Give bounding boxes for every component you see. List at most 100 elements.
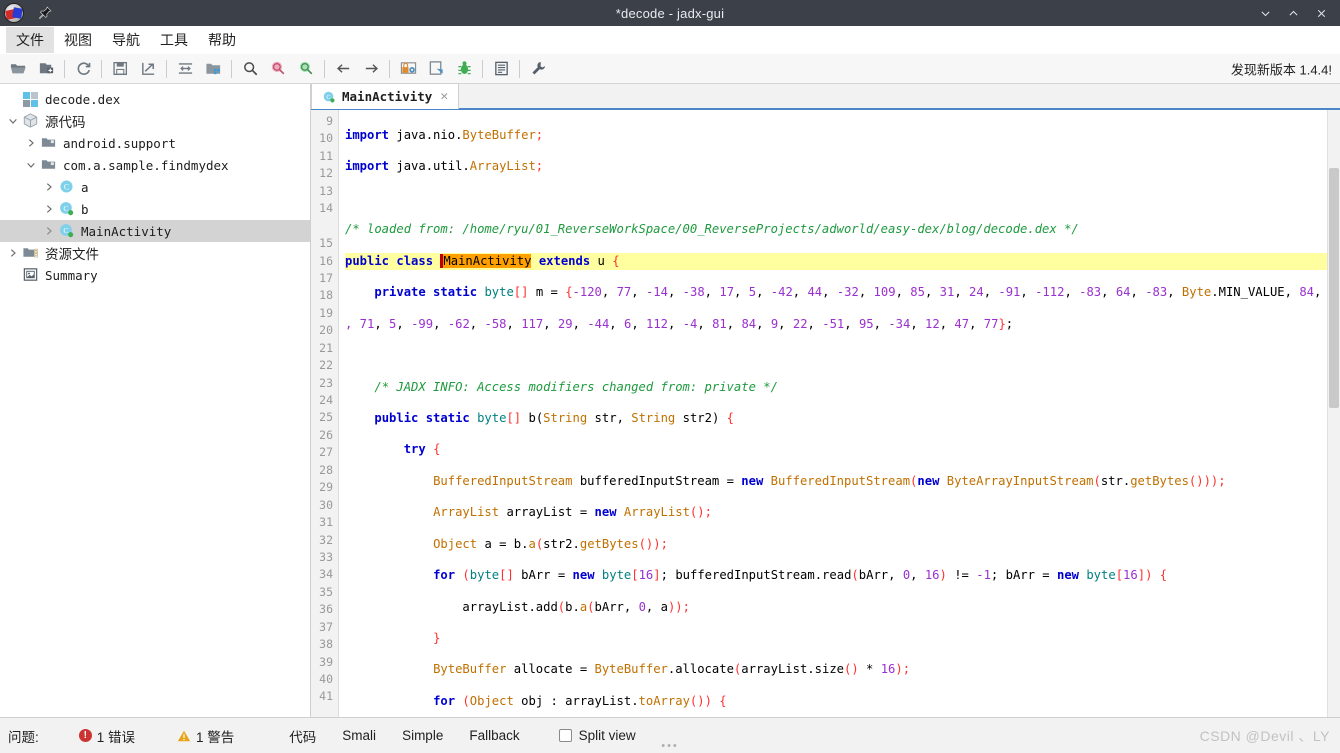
reload-icon[interactable]: [69, 56, 97, 82]
code-viewport[interactable]: 9 10 11 12 13 14 15 16 17 18 19 20 21 22…: [311, 110, 1340, 717]
warning-count-item[interactable]: 1 警告: [177, 726, 234, 746]
update-notification[interactable]: 发现新版本 1.4.4!: [1231, 59, 1332, 78]
view-mode-tabs: 代码 Smali Simple Fallback: [276, 722, 532, 750]
search-class-icon[interactable]: [264, 56, 292, 82]
status-bar: 问题: ! 1 错误 1 警告 代码 Smali Simple Fallback…: [0, 717, 1340, 753]
toolbar-separator: [64, 59, 65, 78]
decompile-icon[interactable]: [422, 56, 450, 82]
pin-icon[interactable]: [34, 2, 56, 24]
class-green-icon: C: [322, 90, 336, 104]
deobfuscation-icon[interactable]: [394, 56, 422, 82]
maximize-button[interactable]: [1280, 2, 1306, 24]
menu-navigation[interactable]: 导航: [102, 27, 150, 53]
tab-smali[interactable]: Smali: [329, 724, 389, 747]
window-controls: [1252, 2, 1340, 24]
back-arrow-icon[interactable]: [329, 56, 357, 82]
chevron-down-icon[interactable]: [4, 112, 22, 130]
chevron-right-icon[interactable]: [40, 178, 58, 196]
export-gradle-icon[interactable]: [134, 56, 162, 82]
search-comment-icon[interactable]: [292, 56, 320, 82]
forward-arrow-icon[interactable]: [357, 56, 385, 82]
add-files-icon[interactable]: [32, 56, 60, 82]
svg-text:C: C: [63, 204, 68, 213]
save-all-icon[interactable]: [106, 56, 134, 82]
tab-simple[interactable]: Simple: [389, 724, 456, 747]
line-number: 21: [319, 340, 333, 355]
preferences-icon[interactable]: [524, 56, 552, 82]
vertical-scrollbar[interactable]: [1327, 110, 1340, 717]
line-number: 30: [319, 497, 333, 512]
code-line: Object a = b.a(str2.getBytes());: [433, 536, 668, 551]
tree-node-resources[interactable]: 资源文件: [0, 242, 310, 264]
menu-tools[interactable]: 工具: [150, 27, 198, 53]
toolbar-separator: [166, 59, 167, 78]
line-number-wrap: [311, 218, 333, 235]
editor-tab-label: MainActivity: [342, 89, 433, 104]
tree-node-class-a[interactable]: C a: [0, 176, 310, 198]
split-view-toggle[interactable]: Split view: [558, 728, 636, 743]
open-file-icon[interactable]: [4, 56, 32, 82]
tab-fallback[interactable]: Fallback: [456, 724, 532, 747]
chevron-right-icon[interactable]: [4, 244, 22, 262]
split-view-label: Split view: [578, 728, 636, 743]
chevron-right-icon[interactable]: [22, 134, 40, 152]
logs-icon[interactable]: [487, 56, 515, 82]
code-line: for (Object obj : arrayList.toArray()) {: [433, 693, 727, 708]
code-line: /* JADX INFO: Access modifiers changed f…: [374, 379, 778, 394]
code-line: ArrayList arrayList = new ArrayList();: [433, 505, 712, 520]
line-number: 13: [319, 183, 333, 198]
menu-file[interactable]: 文件: [6, 26, 54, 53]
jadx-logo-icon: [4, 3, 24, 23]
close-button[interactable]: [1308, 2, 1334, 24]
error-count-item[interactable]: ! 1 错误: [78, 726, 135, 746]
line-number: 19: [319, 305, 333, 320]
sync-icon[interactable]: [171, 56, 199, 82]
tree-node-mainactivity[interactable]: C MainActivity: [0, 220, 310, 242]
tree-node-android-support[interactable]: android.support: [0, 132, 310, 154]
debug-icon[interactable]: [450, 56, 478, 82]
tree-node-label: MainActivity: [81, 223, 172, 239]
flatten-packages-icon[interactable]: [199, 56, 227, 82]
line-number: 25: [319, 410, 333, 425]
line-number: 20: [319, 323, 333, 338]
line-number: 27: [319, 445, 333, 460]
scrollbar-thumb[interactable]: [1329, 168, 1339, 408]
chevron-down-icon[interactable]: [22, 156, 40, 174]
chevron-right-icon[interactable]: [40, 200, 58, 218]
tab-code[interactable]: 代码: [276, 722, 329, 750]
editor-tabbar: C MainActivity ✕: [311, 83, 1340, 110]
resize-handle-dots[interactable]: •••: [661, 740, 679, 752]
minimize-button[interactable]: [1252, 2, 1278, 24]
line-number: 18: [319, 288, 333, 303]
tree-node-label: b: [81, 201, 89, 217]
menu-view[interactable]: 视图: [54, 27, 102, 53]
editor-panel: C MainActivity ✕ 9 10 11 12 13 14 15 16 …: [311, 83, 1340, 717]
chevron-right-icon[interactable]: [40, 222, 58, 240]
tree-node-summary[interactable]: Summary: [0, 264, 310, 286]
split-view-checkbox[interactable]: [558, 729, 572, 742]
line-number: 38: [319, 637, 333, 652]
tree-node-source-code[interactable]: 源代码: [0, 110, 310, 132]
line-number: 22: [319, 358, 333, 373]
highlighted-token: MainActivity: [440, 253, 532, 268]
toolbar-separator: [101, 59, 102, 78]
line-number: 14: [319, 201, 333, 216]
code-line: public class MainActivity extends u {: [345, 252, 1340, 271]
window-title: *decode - jadx-gui: [615, 5, 725, 21]
project-tree-sidebar[interactable]: decode.dex 源代码 android.support com.a.sam…: [0, 84, 311, 717]
watermark-text: CSDN @Devil 、LY: [1199, 727, 1330, 744]
tree-node-decode-dex[interactable]: decode.dex: [0, 88, 310, 110]
close-icon[interactable]: ✕: [438, 89, 450, 104]
line-number: 40: [319, 672, 333, 686]
menu-help[interactable]: 帮助: [198, 27, 246, 53]
tree-node-com-a-sample-findmydex[interactable]: com.a.sample.findmydex: [0, 154, 310, 176]
code-line: import java.util.ArrayList;: [345, 159, 544, 174]
error-circle-icon: !: [78, 729, 92, 742]
search-icon[interactable]: [236, 56, 264, 82]
editor-tab-mainactivity[interactable]: C MainActivity ✕: [311, 83, 460, 109]
source-code-text[interactable]: import java.nio.ByteBuffer; import java.…: [339, 110, 1340, 717]
line-number: 9: [326, 114, 333, 128]
tree-node-class-b[interactable]: C b: [0, 198, 310, 220]
line-number: 11: [319, 148, 333, 163]
line-number: 35: [319, 584, 333, 599]
